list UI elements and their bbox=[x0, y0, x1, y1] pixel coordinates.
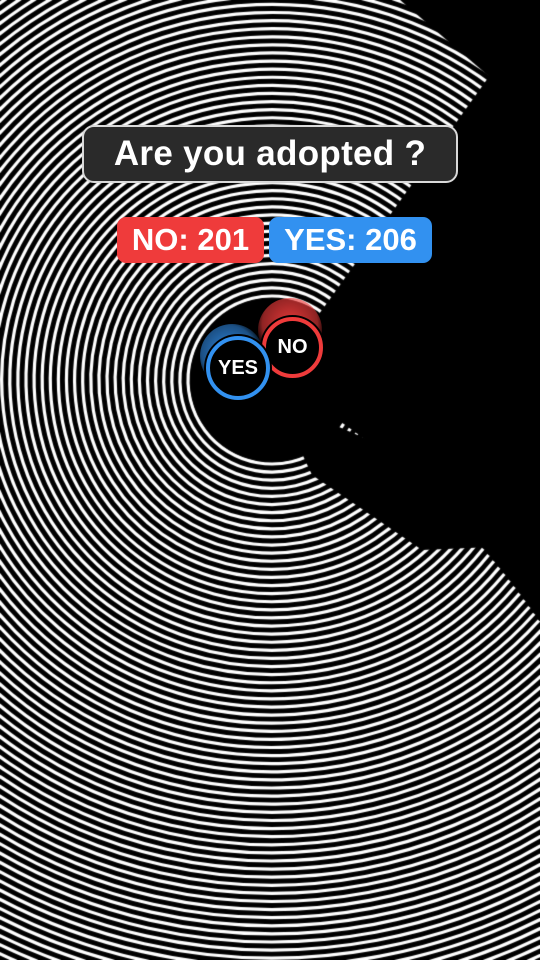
yes-ball-label: YES bbox=[217, 356, 259, 379]
no-ball: NO bbox=[262, 317, 323, 378]
no-score-text: NO: 201 bbox=[131, 222, 250, 257]
no-ball-label: NO bbox=[277, 336, 308, 358]
no-score-badge: NO: 201 bbox=[117, 217, 264, 263]
yes-score-badge: YES: 206 bbox=[269, 217, 432, 263]
yes-ball: YES bbox=[206, 336, 270, 400]
question-text: Are you adopted ? bbox=[113, 134, 427, 173]
yes-score-text: YES: 206 bbox=[284, 222, 417, 257]
question-banner: Are you adopted ? bbox=[82, 125, 458, 183]
